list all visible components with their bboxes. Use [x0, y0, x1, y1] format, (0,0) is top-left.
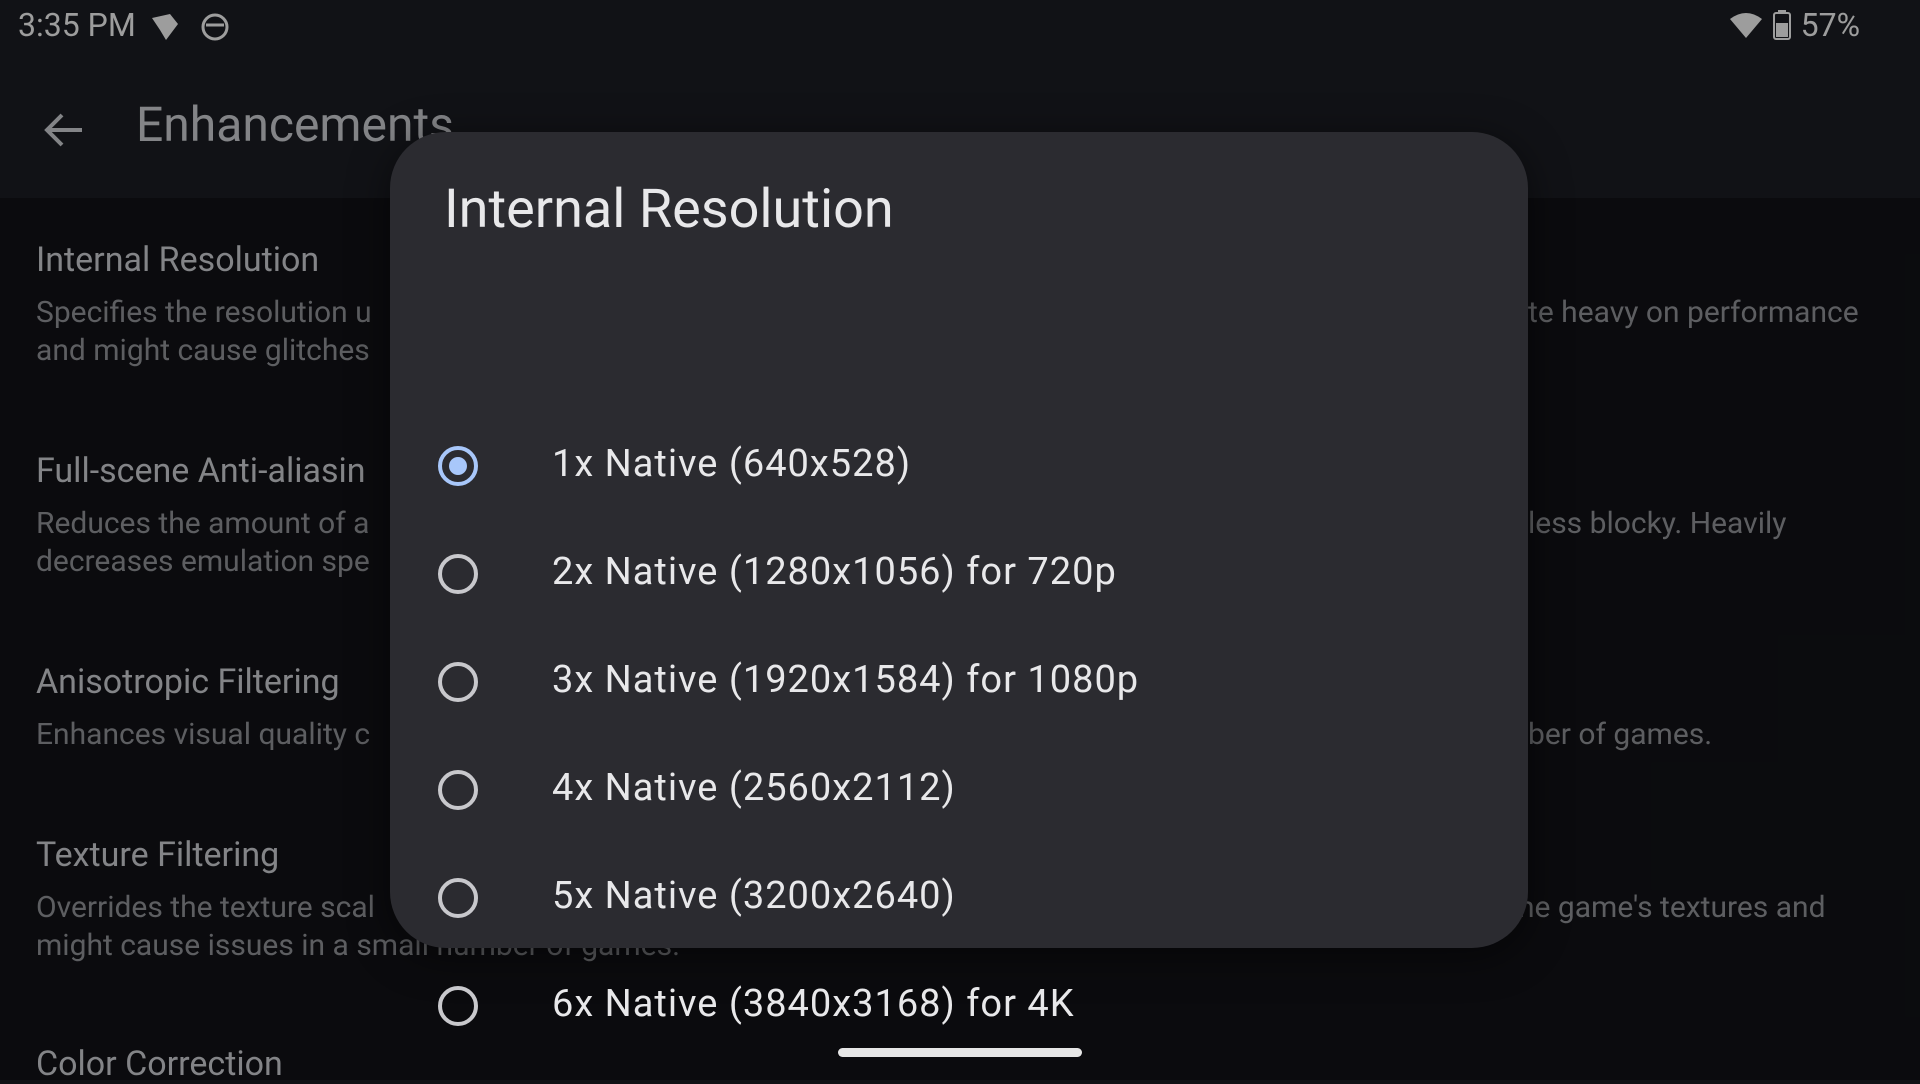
- radio-button[interactable]: [438, 878, 478, 918]
- resolution-option[interactable]: 2x Native (1280x1056) for 720p: [424, 528, 1484, 624]
- resolution-option[interactable]: 1x Native (640x528): [424, 420, 1484, 516]
- option-label: 1x Native (640x528): [552, 442, 912, 486]
- radio-button[interactable]: [438, 986, 478, 1026]
- radio-button[interactable]: [438, 446, 478, 486]
- resolution-option[interactable]: 5x Native (3200x2640): [424, 852, 1484, 948]
- option-label: 2x Native (1280x1056) for 720p: [552, 550, 1117, 594]
- radio-button[interactable]: [438, 770, 478, 810]
- radio-button[interactable]: [438, 554, 478, 594]
- home-indicator[interactable]: [838, 1048, 1082, 1057]
- resolution-option[interactable]: 3x Native (1920x1584) for 1080p: [424, 636, 1484, 732]
- option-label: 4x Native (2560x2112): [552, 766, 956, 810]
- option-label: 6x Native (3840x3168) for 4K: [552, 982, 1075, 1026]
- resolution-option[interactable]: 4x Native (2560x2112): [424, 744, 1484, 840]
- resolution-option[interactable]: 6x Native (3840x3168) for 4K: [424, 960, 1484, 1056]
- dialog-title: Internal Resolution: [444, 178, 894, 241]
- resolution-dialog: Internal Resolution 1x Native (640x528) …: [390, 132, 1528, 1026]
- radio-button[interactable]: [438, 662, 478, 702]
- option-label: 3x Native (1920x1584) for 1080p: [552, 658, 1140, 702]
- option-label: 5x Native (3200x2640): [552, 874, 956, 918]
